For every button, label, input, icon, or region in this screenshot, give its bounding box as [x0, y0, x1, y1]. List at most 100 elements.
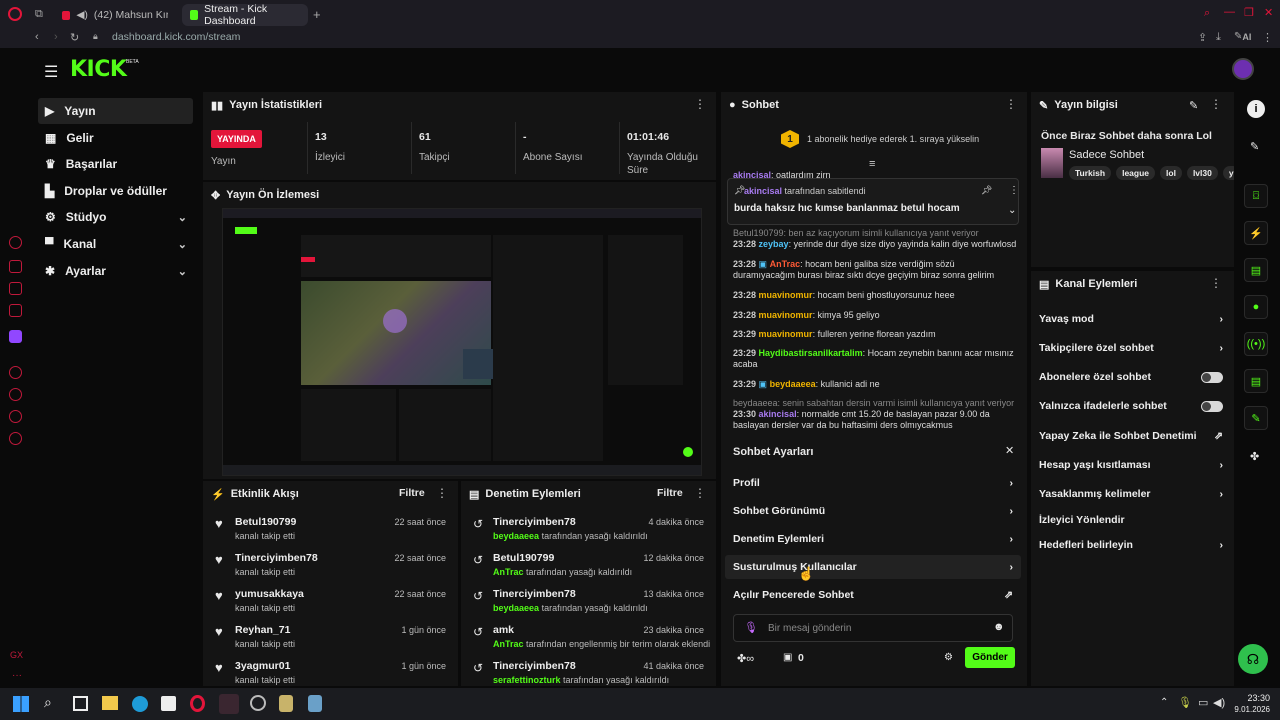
url-field[interactable]: dashboard.kick.com/stream [112, 31, 240, 43]
user-name[interactable]: Tinerciyimben78 [493, 516, 576, 528]
maximize-icon[interactable]: ❐ [1244, 6, 1254, 19]
action-account-age[interactable]: Hesap yaşı kısıtlaması › [1031, 454, 1231, 476]
network-icon[interactable]: ▭ [1198, 696, 1208, 709]
pinned-message[interactable]: 📌︎ akincisal tarafından sabitlendi 📌︎ ⋮ … [727, 178, 1019, 225]
user-name[interactable]: Tinerciyimben78 [235, 552, 318, 564]
info-icon[interactable]: i [1247, 100, 1265, 118]
gift-leaderboard-text[interactable]: 1 abonelik hediye ederek 1. sıraya yükse… [807, 134, 979, 144]
moderator-name[interactable]: AnTrac [493, 567, 524, 577]
settings-item-denetim[interactable]: Denetim Eylemleri › [725, 528, 1021, 550]
chat-user[interactable]: Haydibastirsanilkartalim [759, 348, 863, 358]
more-icon[interactable]: ⋮ [1009, 185, 1019, 196]
opera-icon[interactable] [190, 695, 205, 712]
close-icon[interactable]: ✕ [1005, 444, 1014, 457]
sidebar-app-icon[interactable] [9, 282, 22, 295]
twitch-icon[interactable] [9, 330, 22, 343]
more-icon[interactable]: ⋮ [1210, 277, 1222, 289]
chat-user[interactable]: muavinomur [759, 290, 813, 300]
more-icon[interactable]: ⋮ [436, 487, 448, 499]
chat-input[interactable]: 🎙︎ Bir mesaj gönderin ☻ [733, 614, 1013, 642]
action-slow-mode[interactable]: Yavaş mod › [1031, 308, 1231, 330]
nav-kanal[interactable]: ▀ Kanal ⌄ [38, 231, 193, 257]
sidebar-app-icon[interactable] [9, 388, 22, 401]
hamburger-menu-icon[interactable]: ☰ [44, 62, 58, 82]
minimize-icon[interactable]: — [1224, 6, 1235, 18]
chevron-down-icon[interactable]: ⌄ [1008, 205, 1016, 216]
user-name[interactable]: Tinerciyimben78 [493, 588, 576, 600]
bolt-icon[interactable]: ⚡ [1244, 221, 1268, 245]
emotes-only-toggle[interactable] [1201, 400, 1223, 412]
sidebar-app-icon[interactable] [9, 236, 22, 249]
user-name[interactable]: Tinerciyimben78 [493, 660, 576, 672]
new-tab-icon[interactable]: + [313, 7, 321, 22]
tab-youtube[interactable]: ◀) (42) Mahsun Kırmızıgü [54, 4, 176, 26]
camera-icon[interactable]: ⌼ [1244, 184, 1268, 208]
moderator-name[interactable]: beydaaeea [493, 531, 539, 541]
chat-user[interactable]: zeybay [759, 239, 789, 249]
chat-user[interactable]: muavinomur [759, 310, 813, 320]
tag[interactable]: lol [1160, 166, 1182, 180]
nav-basarilar[interactable]: ♛ Başarılar [38, 151, 193, 177]
sidebar-app-icon[interactable] [9, 304, 22, 317]
user-name[interactable]: yumusakkaya [235, 588, 304, 600]
sort-icon[interactable]: ≡ [869, 158, 875, 170]
file-explorer-icon[interactable] [102, 696, 118, 710]
ai-icon[interactable]: ✎ AI [1234, 31, 1251, 42]
chat-user[interactable]: muavinomur [759, 329, 813, 339]
action-ai-moderation[interactable]: Yapay Zeka ile Sohbet Denetimi ⇗ [1031, 425, 1231, 447]
microphone-icon[interactable]: 🎙︎ [1178, 696, 1192, 709]
help-icon[interactable]: ☊ [1238, 644, 1268, 674]
more-icon[interactable]: ⋮ [1005, 98, 1017, 110]
edit-icon[interactable]: ✎ [1250, 140, 1259, 153]
nav-yayin[interactable]: ▶ Yayın [38, 98, 193, 124]
forward-icon[interactable]: › [54, 31, 58, 43]
log-icon[interactable]: ▤ [1244, 258, 1268, 282]
action-followers-only[interactable]: Takipçilere özel sohbet › [1031, 337, 1231, 359]
tab-menu-icon[interactable]: ⧉ [35, 8, 43, 21]
close-icon[interactable]: ✕ [1264, 6, 1273, 19]
edit-icon[interactable]: ✎ [1189, 99, 1198, 112]
nav-studyo[interactable]: ⚙ Stüdyo ⌄ [38, 204, 193, 230]
emoji-icon[interactable]: ☻ [993, 621, 1005, 633]
user-name[interactable]: Betul190799 [235, 516, 296, 528]
search-icon[interactable]: ⌕ [1204, 7, 1210, 20]
user-name[interactable]: 3yagmur01 [235, 660, 290, 672]
settings-item-susturulmus[interactable]: Susturulmuş Kullanıcılar › [725, 555, 1021, 579]
wrench-icon[interactable]: ✎ [1244, 406, 1268, 430]
moderator-name[interactable]: serafettinozturk [493, 675, 561, 685]
user-name[interactable]: Reyhan_71 [235, 624, 290, 636]
tab-kick[interactable]: Stream - Kick Dashboard [182, 3, 308, 27]
nav-ayarlar[interactable]: ✱ Ayarlar ⌄ [38, 258, 193, 284]
pinned-by-user[interactable]: akincisal [744, 186, 782, 196]
app-icon[interactable] [250, 695, 266, 711]
sidebar-app-icon[interactable] [9, 260, 22, 273]
user-name[interactable]: amk [493, 624, 514, 636]
back-icon[interactable]: ‹ [35, 31, 39, 43]
action-raid[interactable]: İzleyici Yönlendir [1031, 509, 1231, 531]
app-icon[interactable] [279, 695, 293, 712]
tag[interactable]: Turkish [1069, 166, 1112, 180]
search-icon[interactable]: ⌕ [44, 694, 52, 711]
category-name[interactable]: Sadece Sohbet [1069, 149, 1144, 161]
user-name[interactable]: Betul190799 [493, 552, 554, 564]
kick-logo[interactable]: KICK [70, 57, 127, 82]
chat-user[interactable]: akincisal [759, 409, 797, 419]
chat-user[interactable]: beydaaeea [770, 379, 816, 389]
share-icon[interactable]: ⇪ [1198, 31, 1207, 44]
unpin-icon[interactable]: 📌︎ [981, 185, 992, 196]
gear-icon[interactable]: ⚙ [944, 652, 953, 663]
app-icon[interactable] [308, 695, 322, 712]
nav-droplar[interactable]: ▙ Droplar ve ödüller [38, 178, 193, 204]
windows-start-icon[interactable] [13, 696, 29, 712]
reload-icon[interactable]: ↻ [70, 31, 79, 44]
more-icon[interactable]: ⋮ [694, 487, 706, 499]
moderator-name[interactable]: AnTrac [493, 639, 524, 649]
store-icon[interactable] [161, 696, 176, 711]
filter-button[interactable]: Filtre [399, 487, 425, 499]
send-button[interactable]: Gönder [965, 647, 1015, 668]
actions-icon[interactable]: ▤ [1244, 369, 1268, 393]
sidebar-app-icon[interactable] [9, 366, 22, 379]
volume-icon[interactable]: ◀) [1213, 696, 1225, 709]
broadcast-icon[interactable]: ((•)) [1244, 332, 1268, 356]
chat-user[interactable]: AnTrac [770, 259, 801, 269]
